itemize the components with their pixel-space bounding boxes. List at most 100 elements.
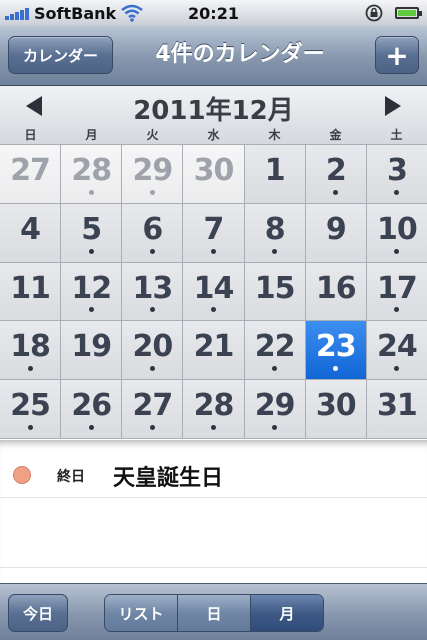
day-cell[interactable]: 29 [122,145,183,203]
add-event-button[interactable]: + [375,36,419,74]
day-cell[interactable]: 6 [122,203,183,262]
day-cell[interactable]: 25 [0,380,61,438]
event-indicator-dot [394,189,400,195]
day-cell[interactable]: 15 [244,262,305,321]
day-cell[interactable]: 10 [366,203,427,262]
day-cell[interactable]: 24 [366,321,427,380]
day-cell[interactable]: 2 [305,145,366,203]
calendars-button[interactable]: カレンダー [8,36,113,74]
event-indicator-dot [27,366,33,372]
event-indicator-dot [149,366,155,372]
day-number: 18 [10,329,51,365]
day-cell[interactable]: 4 [0,203,61,262]
event-indicator-dot [149,248,155,254]
day-number: 2 [325,153,347,188]
page-title: 4件のカレンダー [155,42,325,67]
weekday-labels: 日月火水木金土 [0,126,427,142]
day-number: 10 [377,211,418,247]
day-number: 27 [10,153,51,188]
weekday-label: 水 [207,128,220,142]
event-indicator-dot [149,424,155,430]
event-indicator-dot [27,424,33,430]
day-number: 20 [132,329,173,365]
event-indicator-dot [88,424,94,430]
event-indicator-dot [394,366,400,372]
day-number: 8 [264,211,286,247]
day-cell[interactable]: 26 [61,380,122,438]
day-cell[interactable]: 9 [305,203,366,262]
day-cell[interactable]: 31 [366,380,427,438]
day-cell[interactable]: 18 [0,321,61,380]
event-indicator-dot [88,189,94,195]
event-indicator-dot [88,307,94,313]
day-number: 30 [315,388,357,424]
day-cell[interactable]: 11 [0,262,61,321]
day-cell[interactable]: 7 [183,203,244,262]
day-number: 19 [71,329,112,365]
day-cell[interactable]: 13 [122,262,183,321]
event-title: 天皇誕生日 [113,466,224,491]
next-month-icon[interactable] [385,96,401,116]
day-number: 5 [81,211,102,247]
day-cell[interactable]: 12 [61,262,122,321]
segment-day[interactable]: 日 [178,595,251,631]
weekday-label: 木 [268,128,281,142]
day-cell[interactable]: 14 [183,262,244,321]
day-number: 13 [132,270,173,306]
day-number: 17 [377,270,418,306]
nav-bar: カレンダー 4件のカレンダー + [0,26,427,86]
event-indicator-dot [333,189,339,195]
day-cell[interactable]: 22 [244,321,305,380]
month-grid: 27 28 29 30 1 2 3 4 5 6 7 8 9 10 11 12 13 14 15 16 17 18 19 20 2… [0,144,427,439]
day-cell[interactable]: 30 [305,380,366,438]
day-number: 9 [325,211,347,247]
day-cell[interactable]: 5 [61,203,122,262]
day-cell[interactable]: 23 [305,321,366,380]
day-cell[interactable]: 19 [61,321,122,380]
day-number: 16 [315,270,357,306]
day-number: 26 [71,388,112,424]
day-number: 1 [264,153,286,188]
day-number: 29 [132,153,173,188]
day-cell[interactable]: 27 [0,145,61,203]
weekday-label: 土 [390,128,403,142]
day-cell[interactable]: 21 [183,321,244,380]
day-cell[interactable]: 29 [244,380,305,438]
day-cell[interactable]: 3 [366,145,427,203]
day-number: 28 [193,388,235,424]
day-cell[interactable]: 17 [366,262,427,321]
weekday-label: 金 [329,128,342,142]
day-cell[interactable]: 16 [305,262,366,321]
event-time: 終日 [57,469,85,485]
day-number: 15 [254,270,296,306]
day-cell[interactable]: 8 [244,203,305,262]
day-cell[interactable]: 1 [244,145,305,203]
day-number: 14 [193,270,235,306]
day-cell[interactable]: 28 [183,380,244,438]
segment-list[interactable]: リスト [105,595,178,631]
today-button[interactable]: 今日 [8,594,68,632]
day-number: 23 [315,329,357,365]
view-mode-segmented-control: リスト 日 月 [104,594,324,632]
day-number: 31 [377,388,418,424]
event-indicator-dot [88,248,94,254]
day-cell[interactable]: 30 [183,145,244,203]
day-number: 12 [71,270,112,306]
event-indicator-dot [149,307,155,313]
day-number: 21 [193,329,235,365]
event-indicator-dot [394,307,400,313]
event-indicator-dot [333,366,339,372]
event-indicator-dot [394,248,400,254]
day-cell[interactable]: 20 [122,321,183,380]
day-number: 30 [193,153,235,188]
segment-month[interactable]: 月 [251,595,323,631]
list-divider [0,567,427,568]
event-row[interactable]: 終日 天皇誕生日 [0,446,427,498]
day-cell[interactable]: 27 [122,380,183,438]
day-number: 11 [10,270,51,306]
event-indicator-dot [210,307,216,313]
weekday-label: 日 [24,128,37,142]
day-cell[interactable]: 28 [61,145,122,203]
event-indicator-dot [272,424,278,430]
event-list: 終日 天皇誕生日 [0,440,427,583]
